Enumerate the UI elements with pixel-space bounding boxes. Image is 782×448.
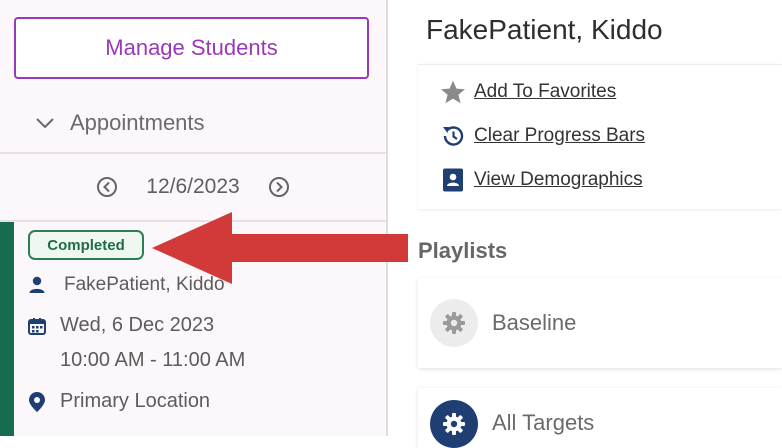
view-demographics-link[interactable]: View Demographics [440, 167, 643, 193]
page-title: FakePatient, Kiddo [426, 14, 663, 45]
add-to-favorites-link[interactable]: Add To Favorites [440, 79, 616, 105]
gear-icon [430, 400, 478, 448]
add-to-favorites-label: Add To Favorites [474, 81, 617, 102]
playlist-all-targets[interactable]: All Targets [418, 388, 782, 448]
appointment-time: 10:00 AM - 11:00 AM [60, 349, 246, 371]
calendar-icon [26, 315, 48, 337]
next-date-icon[interactable] [268, 176, 290, 198]
chevron-down-icon [34, 111, 58, 135]
appointment-location-row: Primary Location [26, 390, 210, 413]
current-date: 12/6/2023 [146, 175, 240, 198]
playlist-label: All Targets [492, 410, 595, 435]
contact-card-icon [440, 167, 466, 193]
clear-progress-bars-label: Clear Progress Bars [474, 125, 646, 146]
map-pin-icon [26, 391, 48, 413]
clear-progress-bars-link[interactable]: Clear Progress Bars [440, 123, 645, 149]
star-icon [440, 79, 466, 105]
status-badge: Completed [28, 230, 144, 260]
history-icon [440, 123, 466, 149]
appointment-location: Primary Location [60, 390, 211, 412]
appointment-time-row: 10:00 AM - 11:00 AM [26, 349, 245, 372]
prev-date-icon[interactable] [96, 176, 118, 198]
playlists-heading: Playlists [418, 238, 508, 263]
person-icon [26, 274, 48, 296]
patient-actions-card: Add To Favorites Clear Progress Bars Vie… [418, 64, 782, 209]
red-arrow-annotation [152, 212, 408, 284]
manage-students-button[interactable]: Manage Students [14, 17, 369, 79]
playlist-baseline[interactable]: Baseline [418, 278, 782, 368]
appointment-date-row: Wed, 6 Dec 2023 [26, 314, 214, 337]
view-demographics-label: View Demographics [474, 169, 643, 190]
appointments-label: Appointments [70, 110, 205, 135]
appointments-section-header[interactable]: Appointments [0, 94, 386, 154]
appointment-date: Wed, 6 Dec 2023 [60, 314, 215, 336]
playlist-label: Baseline [492, 310, 577, 335]
gear-icon [430, 299, 478, 347]
status-accent-bar [0, 222, 14, 436]
